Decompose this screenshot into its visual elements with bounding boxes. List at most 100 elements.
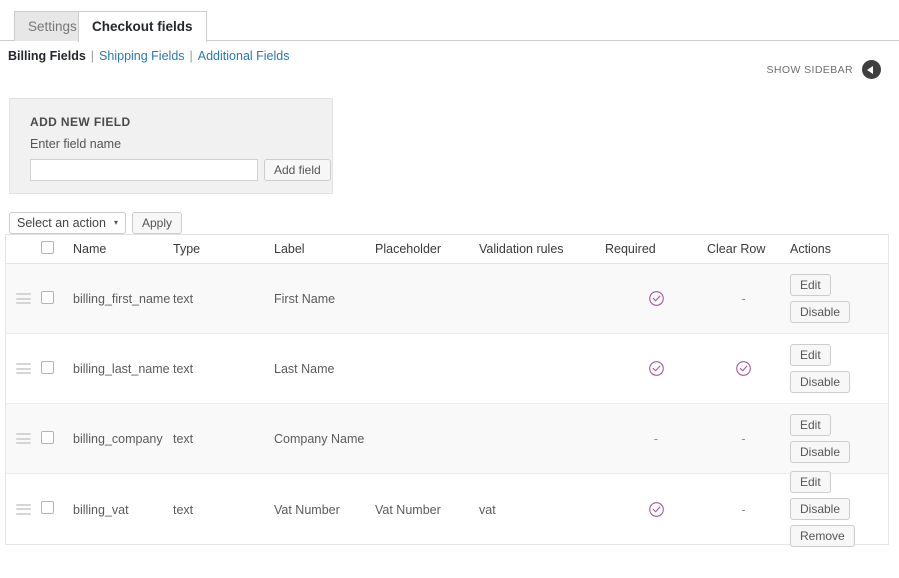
cell-type: text [173,291,274,306]
row-actions: Edit Disable [790,414,885,463]
header-name: Name [73,242,173,256]
row-drag-handle-cell [6,433,41,444]
cell-label: Vat Number [274,502,375,517]
row-select-cell [41,501,73,517]
header-required: Required [605,242,707,256]
table-header-row: Name Type Label Placeholder Validation r… [6,235,888,264]
row-select-cell [41,291,73,307]
row-drag-handle-cell [6,504,41,515]
chevron-down-icon: ▾ [114,219,118,227]
cell-clear-row: - [707,502,780,517]
tab-bar: Settings Checkout fields [0,11,899,41]
subnav-separator-2: | [190,49,193,63]
subnav: Billing Fields | Shipping Fields | Additiona… [8,49,289,63]
apply-button[interactable]: Apply [132,212,182,234]
table-body: billing_first_nametextFirst Name-EditDis… [6,264,888,544]
subnav-separator-1: | [91,49,94,63]
cell-required [605,360,707,377]
show-sidebar-label: SHOW SIDEBAR [767,64,853,76]
cell-validation: vat [479,502,605,517]
edit-button[interactable]: Edit [790,414,831,436]
remove-button[interactable]: Remove [790,525,855,547]
clear-row-dash: - [741,432,745,446]
header-type: Type [173,242,274,256]
cell-actions: Edit Disable [780,274,885,323]
cell-label: Company Name [274,431,375,446]
cell-name: billing_company [73,431,173,446]
subnav-item-shipping-fields[interactable]: Shipping Fields [99,49,184,63]
field-name-input[interactable] [30,159,258,181]
add-field-button[interactable]: Add field [264,159,331,181]
required-dash: - [654,432,658,446]
cell-clear-row [707,360,780,377]
cell-required [605,290,707,307]
row-select-checkbox[interactable] [41,431,54,444]
cell-actions: Edit Disable Remove [780,471,885,547]
cell-label: Last Name [274,361,375,376]
header-clear-row: Clear Row [707,242,780,256]
drag-handle-icon[interactable] [16,363,31,374]
row-actions: Edit Disable [790,274,885,323]
cell-name: billing_vat [73,502,173,517]
row-select-checkbox[interactable] [41,501,54,514]
table-row: billing_vattextVat NumberVat Numbervat-E… [6,474,888,544]
drag-handle-icon[interactable] [16,433,31,444]
row-drag-handle-cell [6,293,41,304]
caret-left-icon[interactable] [862,60,881,79]
table-row: billing_last_nametextLast Name Edit Disabl… [6,334,888,404]
row-select-checkbox[interactable] [41,361,54,374]
row-select-checkbox[interactable] [41,291,54,304]
cell-actions: Edit Disable [780,344,885,393]
check-circle-icon [735,360,752,377]
bulk-action-bar: Select an action ▾ Apply [9,212,182,234]
cell-placeholder: Vat Number [375,502,479,517]
header-label: Label [274,242,375,256]
add-new-field-row: Add field [30,159,331,181]
header-select-all-cell [41,241,73,257]
table-row: billing_first_nametextFirst Name-EditDis… [6,264,888,334]
clear-row-dash: - [741,292,745,306]
subnav-item-billing-fields[interactable]: Billing Fields [8,49,86,63]
disable-button[interactable]: Disable [790,441,850,463]
cell-label: First Name [274,291,375,306]
header-validation-rules: Validation rules [479,242,605,256]
add-new-field-title: ADD NEW FIELD [30,115,131,129]
row-actions: Edit Disable Remove [790,471,885,547]
cell-required: - [605,431,707,446]
select-all-checkbox[interactable] [41,241,54,254]
cell-type: text [173,502,274,517]
check-circle-icon [648,501,665,518]
add-new-field-panel: ADD NEW FIELD Enter field name Add field [9,98,333,194]
row-actions: Edit Disable [790,344,885,393]
tab-checkout-fields[interactable]: Checkout fields [78,11,207,42]
drag-handle-icon[interactable] [16,504,31,515]
checkout-fields-table: Name Type Label Placeholder Validation r… [5,234,889,545]
tab-checkout-fields-label: Checkout fields [92,19,193,34]
add-new-field-subtitle: Enter field name [30,137,121,151]
drag-handle-icon[interactable] [16,293,31,304]
check-circle-icon [648,360,665,377]
subnav-item-additional-fields[interactable]: Additional Fields [198,49,290,63]
disable-button[interactable]: Disable [790,498,850,520]
cell-actions: Edit Disable [780,414,885,463]
check-circle-icon [648,290,665,307]
row-select-cell [41,431,73,447]
clear-row-dash: - [741,503,745,517]
row-select-cell [41,361,73,377]
edit-button[interactable]: Edit [790,344,831,366]
header-actions: Actions [780,242,885,256]
cell-type: text [173,431,274,446]
disable-button[interactable]: Disable [790,301,850,323]
table-row: billing_companytextCompany Name - - Edit Dis… [6,404,888,474]
bulk-action-select-value: Select an action [17,213,106,233]
edit-button[interactable]: Edit [790,274,831,296]
show-sidebar-toggle[interactable]: SHOW SIDEBAR [767,60,881,79]
disable-button[interactable]: Disable [790,371,850,393]
cell-type: text [173,361,274,376]
cell-clear-row: - [707,291,780,306]
row-drag-handle-cell [6,363,41,374]
cell-name: billing_last_name [73,361,173,376]
bulk-action-select[interactable]: Select an action ▾ [9,212,126,234]
tab-settings-label: Settings [28,19,77,34]
edit-button[interactable]: Edit [790,471,831,493]
